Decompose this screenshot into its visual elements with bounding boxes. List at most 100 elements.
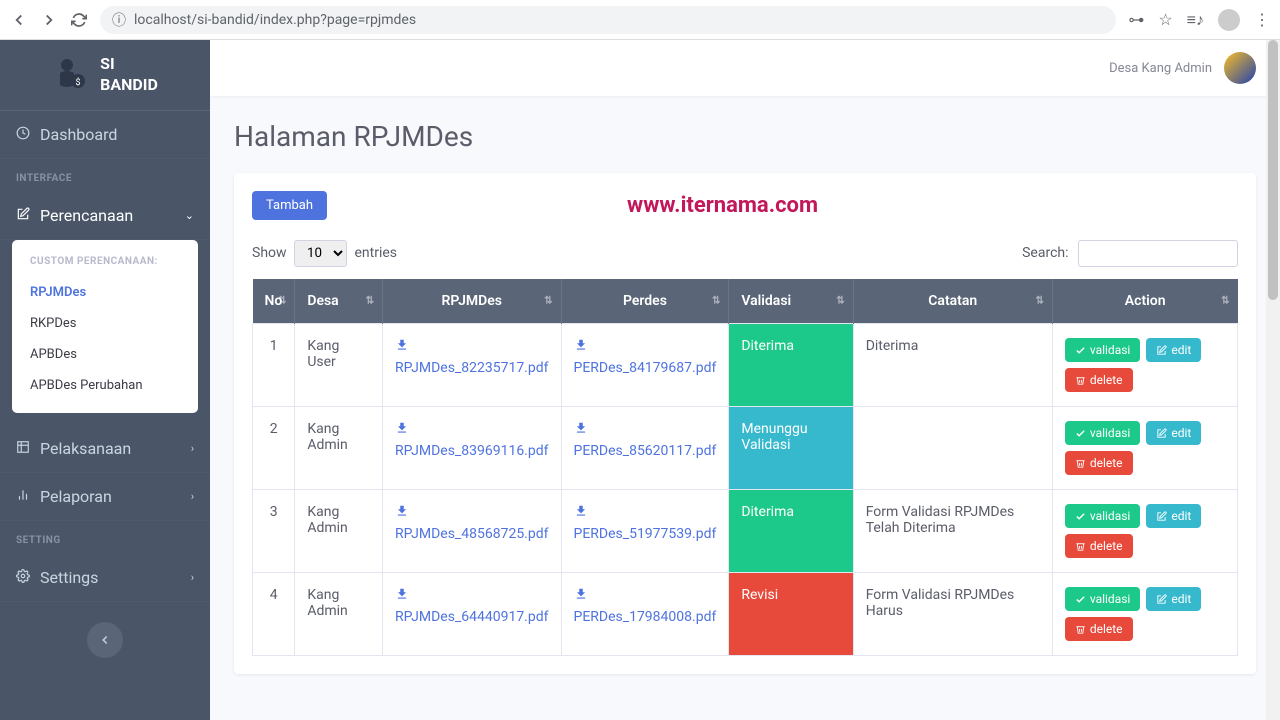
delete-button[interactable]: delete <box>1065 368 1133 392</box>
cell-validasi: Revisi <box>729 573 853 656</box>
collapse-button[interactable] <box>87 622 123 658</box>
file-link[interactable]: RPJMDes_83969116.pdf <box>395 443 548 459</box>
cell-perdes: PERDes_85620117.pdf <box>561 407 729 490</box>
file-link[interactable]: RPJMDes_48568725.pdf <box>395 526 548 542</box>
download-icon[interactable] <box>574 338 717 356</box>
cell-perdes: PERDes_84179687.pdf <box>561 324 729 407</box>
page-size-select[interactable]: 10 <box>294 240 347 267</box>
edit-button[interactable]: edit <box>1146 587 1201 611</box>
nav-settings[interactable]: Settings › <box>0 554 210 602</box>
validasi-button[interactable]: validasi <box>1065 338 1141 362</box>
file-link[interactable]: PERDes_17984008.pdf <box>574 609 717 625</box>
brand-name: SI BANDID <box>100 54 158 96</box>
download-icon[interactable] <box>574 587 717 605</box>
delete-button[interactable]: delete <box>1065 617 1133 641</box>
col-desa[interactable]: Desa⇅ <box>295 279 383 324</box>
edit-button[interactable]: edit <box>1146 338 1201 362</box>
cell-action: validasi edit delete <box>1052 407 1237 490</box>
chart-icon <box>16 487 30 506</box>
nav-label: Dashboard <box>40 125 117 144</box>
download-icon[interactable] <box>395 587 548 605</box>
sidebar-collapse <box>0 610 210 670</box>
col-validasi[interactable]: Validasi⇅ <box>729 279 853 324</box>
download-icon[interactable] <box>395 338 548 356</box>
cell-catatan <box>853 407 1052 490</box>
file-link[interactable]: PERDes_51977539.pdf <box>574 526 717 542</box>
brand-logo[interactable]: $ SI BANDID <box>0 40 210 111</box>
topbar-username[interactable]: Desa Kang Admin <box>1109 61 1212 76</box>
svg-text:$: $ <box>76 77 81 88</box>
validasi-button[interactable]: validasi <box>1065 421 1141 445</box>
profile-avatar-icon[interactable] <box>1218 9 1240 31</box>
download-icon[interactable] <box>395 421 548 439</box>
key-icon[interactable]: ⊶ <box>1128 10 1144 29</box>
table-row: 1 Kang User RPJMDes_82235717.pdf PERDes_… <box>253 324 1238 407</box>
nav-label: Settings <box>40 568 98 587</box>
delete-button[interactable]: delete <box>1065 451 1133 475</box>
download-icon[interactable] <box>574 504 717 522</box>
file-link[interactable]: RPJMDes_64440917.pdf <box>395 609 548 625</box>
table-row: 3 Kang Admin RPJMDes_48568725.pdf PERDes… <box>253 490 1238 573</box>
browser-back-button[interactable] <box>10 11 28 29</box>
validasi-button[interactable]: validasi <box>1065 587 1141 611</box>
nav-pelaksanaan[interactable]: Pelaksanaan › <box>0 425 210 473</box>
table-row: 2 Kang Admin RPJMDes_83969116.pdf PERDes… <box>253 407 1238 490</box>
url-bar[interactable]: ⓘ localhost/si-bandid/index.php?page=rpj… <box>100 6 1116 34</box>
main-content: Desa Kang Admin Halaman RPJMDes Tambah w… <box>210 40 1280 720</box>
cell-desa: Kang Admin <box>295 573 383 656</box>
cell-desa: Kang User <box>295 324 383 407</box>
download-icon[interactable] <box>395 504 548 522</box>
col-catatan[interactable]: Catatan⇅ <box>853 279 1052 324</box>
browser-forward-button[interactable] <box>40 11 58 29</box>
chevron-right-icon: › <box>191 442 194 455</box>
topbar: Desa Kang Admin <box>210 40 1280 96</box>
watermark-text: www.iternama.com <box>627 193 818 218</box>
col-no[interactable]: No⇅ <box>253 279 295 324</box>
download-icon[interactable] <box>574 421 717 439</box>
url-text: localhost/si-bandid/index.php?page=rpjmd… <box>134 12 416 28</box>
menu-icon[interactable]: ⋮ <box>1254 10 1270 29</box>
validasi-button[interactable]: validasi <box>1065 504 1141 528</box>
col-perdes[interactable]: Perdes⇅ <box>561 279 729 324</box>
user-avatar[interactable] <box>1224 52 1256 84</box>
cell-desa: Kang Admin <box>295 407 383 490</box>
submenu-rpjmdes[interactable]: RPJMDes <box>12 277 198 308</box>
dashboard-icon <box>16 125 30 144</box>
delete-button[interactable]: delete <box>1065 534 1133 558</box>
cell-perdes: PERDes_51977539.pdf <box>561 490 729 573</box>
tambah-button[interactable]: Tambah <box>252 191 327 220</box>
file-link[interactable]: PERDes_84179687.pdf <box>574 360 717 376</box>
sidebar: $ SI BANDID Dashboard INTERFACE Perencan… <box>0 40 210 720</box>
col-rpjmdes[interactable]: RPJMDes⇅ <box>383 279 561 324</box>
scrollbar-thumb[interactable] <box>1268 40 1278 300</box>
nav-perencanaan[interactable]: Perencanaan ⌄ <box>0 192 210 240</box>
edit-button[interactable]: edit <box>1146 504 1201 528</box>
edit-button[interactable]: edit <box>1146 421 1201 445</box>
search-input[interactable] <box>1078 240 1238 267</box>
file-link[interactable]: PERDes_85620117.pdf <box>574 443 717 459</box>
playlist-icon[interactable]: ≡♪ <box>1187 10 1204 30</box>
cell-no: 4 <box>253 573 295 656</box>
submenu-apbdes[interactable]: APBDes <box>12 339 198 370</box>
cell-rpjmdes: RPJMDes_83969116.pdf <box>383 407 561 490</box>
col-action[interactable]: Action⇅ <box>1052 279 1237 324</box>
nav-dashboard[interactable]: Dashboard <box>0 111 210 159</box>
data-table: No⇅ Desa⇅ RPJMDes⇅ Perdes⇅ Validasi⇅ Cat… <box>252 279 1238 656</box>
submenu-apbdes-perubahan[interactable]: APBDes Perubahan <box>12 370 198 401</box>
cell-catatan: Form Validasi RPJMDes Telah Diterima <box>853 490 1052 573</box>
cell-catatan: Diterima <box>853 324 1052 407</box>
file-link[interactable]: RPJMDes_82235717.pdf <box>395 360 548 376</box>
chevron-down-icon: ⌄ <box>185 209 194 222</box>
edit-icon <box>16 206 30 225</box>
nav-header-interface: INTERFACE <box>0 159 210 192</box>
submenu-rkpdes[interactable]: RKPDes <box>12 308 198 339</box>
chevron-right-icon: › <box>191 571 194 584</box>
cell-desa: Kang Admin <box>295 490 383 573</box>
star-icon[interactable]: ☆ <box>1158 10 1172 29</box>
nav-pelaporan[interactable]: Pelaporan › <box>0 473 210 521</box>
cell-rpjmdes: RPJMDes_48568725.pdf <box>383 490 561 573</box>
submenu-header: CUSTOM PERENCANAAN: <box>12 252 198 277</box>
cell-action: validasi edit delete <box>1052 490 1237 573</box>
browser-reload-button[interactable] <box>70 11 88 29</box>
cell-action: validasi edit delete <box>1052 324 1237 407</box>
